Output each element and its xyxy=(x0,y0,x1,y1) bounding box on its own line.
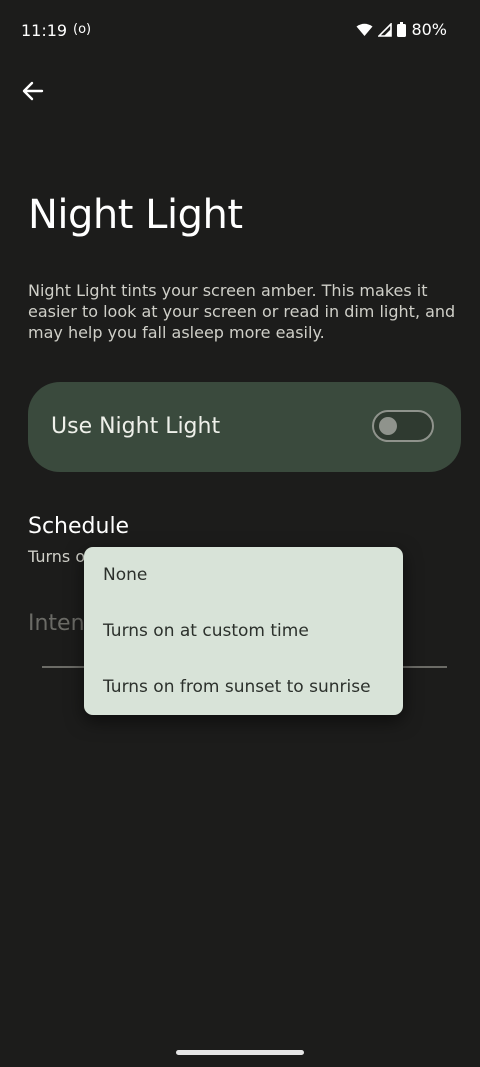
use-night-light-label: Use Night Light xyxy=(51,414,221,439)
status-time: 11:19 xyxy=(21,21,68,40)
wifi-icon xyxy=(356,23,373,37)
home-indicator[interactable] xyxy=(176,1050,304,1055)
arrow-left-icon xyxy=(22,81,44,105)
use-night-light-toggle[interactable] xyxy=(372,410,434,442)
schedule-option-none[interactable]: None xyxy=(84,547,403,603)
description-text: Night Light tints your screen amber. Thi… xyxy=(28,281,456,342)
schedule-option-custom-time[interactable]: Turns on at custom time xyxy=(84,603,403,659)
battery-percent: 80% xyxy=(411,20,447,39)
battery-icon xyxy=(397,22,407,37)
status-right: 80% xyxy=(356,20,447,39)
use-night-light-row[interactable]: Use Night Light xyxy=(28,382,461,472)
page-title: Night Light xyxy=(28,192,243,238)
status-bar: 11:19 (o) 80% xyxy=(0,0,480,62)
schedule-option-sunset-sunrise[interactable]: Turns on from sunset to sunrise xyxy=(84,659,403,715)
signal-icon xyxy=(378,22,393,37)
toggle-thumb xyxy=(379,417,397,435)
schedule-title[interactable]: Schedule xyxy=(28,514,129,539)
schedule-subtitle: Turns o xyxy=(28,547,86,566)
schedule-dropdown-menu: None Turns on at custom time Turns on fr… xyxy=(84,547,403,715)
back-button[interactable] xyxy=(16,76,50,110)
cast-icon: (o) xyxy=(73,22,92,37)
